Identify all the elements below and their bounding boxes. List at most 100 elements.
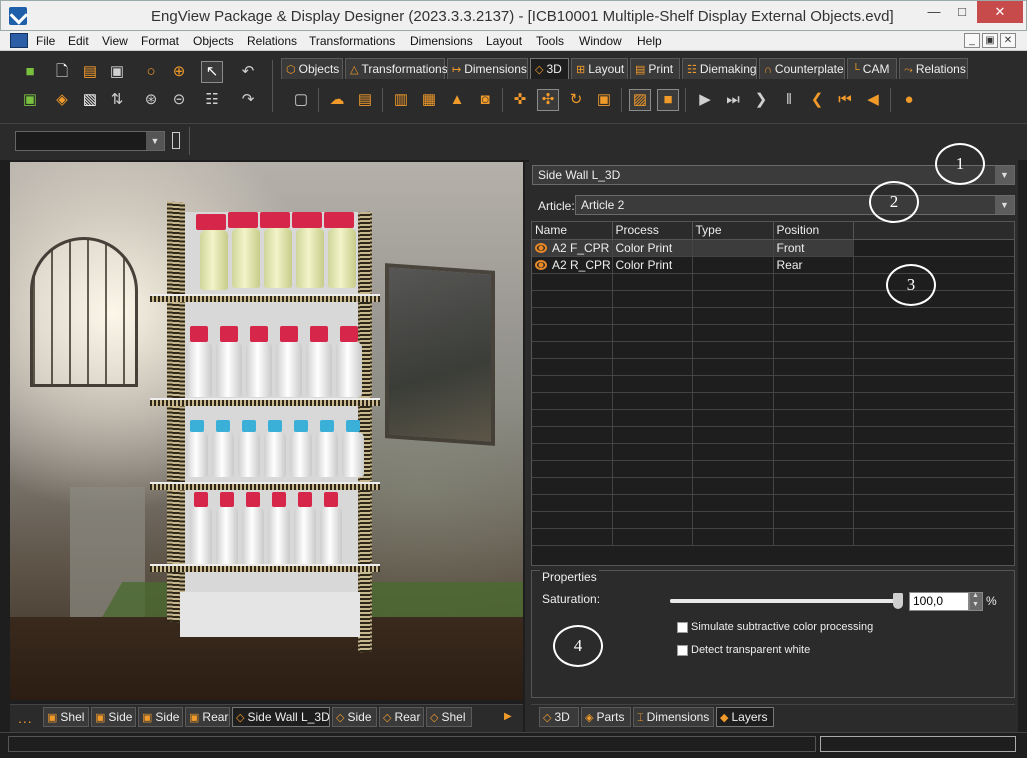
- shelf-board[interactable]: [150, 294, 380, 302]
- close-button[interactable]: ✕: [977, 1, 1023, 23]
- eye-visibility-icon[interactable]: [535, 242, 547, 253]
- detect-transparent-white-checkbox[interactable]: [677, 645, 688, 656]
- more-tabs-button[interactable]: ...: [18, 710, 33, 726]
- cube-render-icon[interactable]: ■: [657, 89, 679, 111]
- tab-diemaking[interactable]: ☷ Diemaking: [682, 58, 757, 79]
- maximize-button[interactable]: □: [947, 1, 977, 23]
- zoom-fit-icon[interactable]: ⊛: [140, 89, 162, 111]
- color-swatch[interactable]: [172, 132, 180, 149]
- tab-transformations[interactable]: △ Transformations: [345, 58, 448, 79]
- new-file-icon[interactable]: 🗋: [51, 61, 73, 83]
- previous-icon[interactable]: ❮: [806, 89, 828, 111]
- background-image-icon[interactable]: ▨: [629, 89, 651, 111]
- import-icon[interactable]: ◈: [51, 89, 73, 111]
- minimize-button[interactable]: —: [919, 1, 949, 23]
- column-header-type[interactable]: Type: [692, 222, 774, 240]
- grid-cell-type[interactable]: [692, 256, 774, 274]
- unfold-icon[interactable]: ▦: [418, 89, 440, 111]
- shelf-board[interactable]: [150, 564, 380, 572]
- menu-dimensions[interactable]: Dimensions: [410, 34, 473, 48]
- undo-icon[interactable]: ↶: [237, 61, 259, 83]
- preview-icon[interactable]: ▧: [79, 89, 101, 111]
- grid-cell-name[interactable]: A2 F_CPR: [532, 239, 613, 257]
- doc-tab[interactable]: ◇ Rear: [379, 707, 424, 727]
- saturation-slider[interactable]: [670, 599, 895, 603]
- tab-dimensions[interactable]: ↦ Dimensions: [447, 58, 528, 79]
- save-icon[interactable]: ▣: [106, 61, 128, 83]
- cylinder-icon[interactable]: ◙: [474, 89, 496, 111]
- 3d-viewport[interactable]: [10, 162, 523, 700]
- saturation-input[interactable]: 100,0: [909, 592, 969, 611]
- shelf-board[interactable]: [150, 398, 380, 406]
- grid-cell-position[interactable]: Rear: [773, 256, 854, 274]
- panel-tab-layers[interactable]: ◆ Layers: [716, 707, 774, 727]
- chevron-down-icon[interactable]: ▼: [995, 196, 1014, 214]
- saturation-spinner[interactable]: [969, 592, 983, 611]
- panel-tab-3d[interactable]: ◇ 3D: [539, 707, 579, 727]
- menu-relations[interactable]: Relations: [247, 34, 297, 48]
- column-header-position[interactable]: Position: [773, 222, 854, 240]
- new-project-icon[interactable]: ■: [19, 61, 41, 83]
- shelf-display-model[interactable]: [150, 201, 380, 682]
- doc-tab[interactable]: ◇ Side: [332, 707, 377, 727]
- side-wall-left[interactable]: [167, 201, 185, 623]
- menu-tools[interactable]: Tools: [536, 34, 564, 48]
- simulate-subtractive-checkbox[interactable]: [677, 622, 688, 633]
- display-front-panel[interactable]: [180, 592, 360, 637]
- grid-cell-process[interactable]: Color Print: [612, 256, 693, 274]
- eye-visibility-icon[interactable]: [535, 259, 547, 270]
- doc-tab-active[interactable]: ◇ Side Wall L_3D: [232, 707, 330, 727]
- menu-help[interactable]: Help: [637, 34, 662, 48]
- fold-icon[interactable]: ▥: [390, 89, 412, 111]
- refresh-icon[interactable]: ⇅: [106, 89, 128, 111]
- tab-cam[interactable]: └ CAM: [847, 58, 897, 79]
- export-3d-icon[interactable]: ▢: [290, 89, 312, 111]
- select-pointer-icon[interactable]: ↖: [201, 61, 223, 83]
- tab-relations[interactable]: ⤳ Relations: [899, 58, 968, 79]
- tab-counterplate[interactable]: ∩ Counterplate: [759, 58, 845, 79]
- grid-cell-position[interactable]: Front: [773, 239, 854, 257]
- redo-icon[interactable]: ↷: [237, 89, 259, 111]
- column-header-process[interactable]: Process: [612, 222, 693, 240]
- doc-tab[interactable]: ▣ Rear: [185, 707, 230, 727]
- scroll-right-icon[interactable]: ▶: [504, 711, 512, 722]
- zoom-in-icon[interactable]: ⊕: [168, 61, 190, 83]
- light-icon[interactable]: ●: [898, 89, 920, 111]
- material-icon[interactable]: ▲: [446, 89, 468, 111]
- menu-file[interactable]: File: [36, 34, 55, 48]
- mdi-close-button[interactable]: ✕: [1000, 33, 1016, 48]
- orbit-icon[interactable]: ↻: [565, 89, 587, 111]
- menu-view[interactable]: View: [102, 34, 128, 48]
- rotate-3d-icon[interactable]: ✣: [537, 89, 559, 111]
- menu-edit[interactable]: Edit: [68, 34, 89, 48]
- grid-cell-type[interactable]: [692, 239, 774, 257]
- zoom-icon[interactable]: ○: [140, 61, 162, 83]
- open-folder-icon[interactable]: ▤: [79, 61, 101, 83]
- doc-tab[interactable]: ▣ Side: [91, 707, 136, 727]
- menu-transformations[interactable]: Transformations: [309, 34, 395, 48]
- detect-transparent-white-label[interactable]: Detect transparent white: [691, 644, 810, 656]
- menu-format[interactable]: Format: [141, 34, 179, 48]
- move-icon[interactable]: ✜: [509, 89, 531, 111]
- tab-print[interactable]: ▤ Print: [630, 58, 680, 79]
- article-select[interactable]: Article 2 ▼: [575, 195, 1015, 215]
- menu-objects[interactable]: Objects: [193, 34, 234, 48]
- zoom-out-icon[interactable]: ⊝: [168, 89, 190, 111]
- cloud-upload-icon[interactable]: ☁: [326, 89, 348, 111]
- doc-tab[interactable]: ▣ Side: [138, 707, 183, 727]
- step-forward-icon[interactable]: ⏭: [722, 89, 744, 111]
- step-back-icon[interactable]: ⏮: [834, 89, 856, 111]
- shelf-board[interactable]: [150, 482, 380, 490]
- edit-project-icon[interactable]: ▣: [19, 89, 41, 111]
- grid-view-icon[interactable]: ☷: [201, 89, 223, 111]
- pause-icon[interactable]: ‖: [778, 89, 800, 111]
- column-header-name[interactable]: Name: [532, 222, 613, 240]
- doc-tab[interactable]: ◇ Shel: [426, 707, 472, 727]
- grid-cell-name[interactable]: A2 R_CPR: [532, 256, 613, 274]
- table-row[interactable]: A2 F_CPR Color Print Front: [532, 239, 1014, 257]
- next-icon[interactable]: ❯: [750, 89, 772, 111]
- mdi-minimize-button[interactable]: _: [964, 33, 980, 48]
- document-icon[interactable]: [10, 33, 28, 48]
- panel-tab-parts[interactable]: ◈ Parts: [581, 707, 631, 727]
- chevron-down-icon[interactable]: ▼: [995, 166, 1014, 184]
